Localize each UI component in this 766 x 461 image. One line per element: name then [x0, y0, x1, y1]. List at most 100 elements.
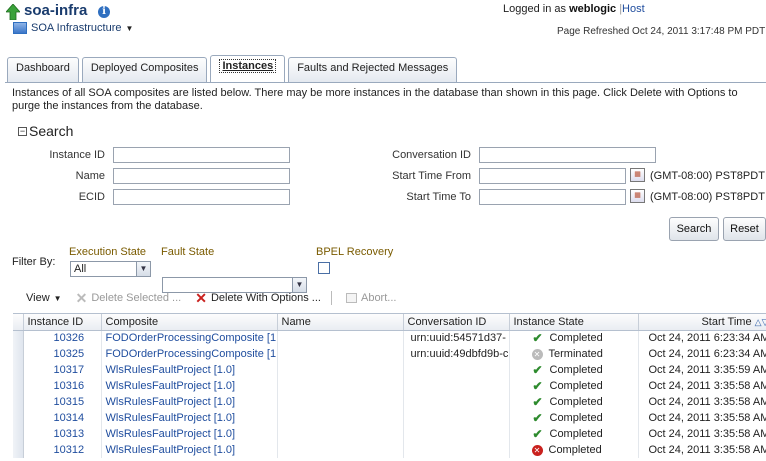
table-row[interactable]: 10313 WlsRulesFaultProject [1.0] ✔ Complete… [13, 426, 766, 442]
instance-state: Completed [549, 428, 603, 440]
table-row[interactable]: 10325 FODOrderProcessingComposite [1.0] ur… [13, 346, 766, 362]
instance-id-link[interactable]: 10315 [23, 394, 102, 410]
column-header-instance-state[interactable]: Instance State [509, 314, 639, 331]
ecid-input[interactable] [113, 189, 290, 205]
delete-selected-button[interactable]: ✕ Delete Selected ... [76, 291, 182, 305]
abort-button[interactable]: Abort... [345, 292, 396, 304]
host-link[interactable]: Host [622, 3, 645, 15]
tab-instances-label: Instances [219, 59, 277, 73]
instance-name [277, 362, 404, 378]
instance-state-cell: ✔ Completed [509, 394, 639, 410]
table-row[interactable]: 10317 WlsRulesFaultProject [1.0] ✔ Complete… [13, 362, 766, 378]
search-button[interactable]: Search [669, 217, 719, 241]
start-time: Oct 24, 2011 6:23:34 AM [638, 346, 766, 362]
tab-dashboard[interactable]: Dashboard [7, 57, 79, 82]
row-selector[interactable] [13, 394, 24, 410]
composite-link[interactable]: WlsRulesFaultProject [1.0] [101, 410, 278, 426]
row-selector[interactable] [13, 330, 24, 346]
column-header-instance-id[interactable]: Instance ID [23, 314, 102, 331]
tab-faults-and-rejected-messages[interactable]: Faults and Rejected Messages [288, 57, 458, 82]
execution-state-value: All [74, 263, 87, 275]
reset-button[interactable]: Reset [723, 217, 766, 241]
terminated-icon: ✕ [531, 348, 543, 360]
instance-state: Completed [548, 444, 602, 456]
composite-link[interactable]: WlsRulesFaultProject [1.0] [101, 442, 278, 458]
start-time: Oct 24, 2011 3:35:58 AM [638, 426, 766, 442]
start-time-to-input[interactable] [479, 189, 626, 205]
sort-descending-icon[interactable]: ▽ [762, 317, 766, 327]
delete-icon: ✕ [195, 289, 207, 306]
table-row[interactable]: 10312 WlsRulesFaultProject [1.0] ✕ Complete… [13, 442, 766, 458]
info-icon[interactable]: i [98, 6, 110, 18]
table-row[interactable]: 10326 FODOrderProcessingComposite [1.0] ur… [13, 330, 766, 346]
start-time-header-label: Start Time [701, 315, 752, 328]
conversation-id-input[interactable] [479, 147, 656, 163]
start-time-to-label: Start Time To [406, 191, 471, 203]
row-selector[interactable] [13, 442, 24, 458]
start-time-from-input[interactable] [479, 168, 626, 184]
conversation-id [403, 410, 510, 426]
instance-id-link[interactable]: 10312 [23, 442, 102, 458]
instance-id-link[interactable]: 10317 [23, 362, 102, 378]
instance-name [277, 346, 404, 362]
row-selector[interactable] [13, 346, 24, 362]
view-menu[interactable]: View ▼ [26, 292, 62, 304]
table-row[interactable]: 10316 WlsRulesFaultProject [1.0] ✔ Complete… [13, 378, 766, 394]
home-arrow-icon [6, 4, 20, 20]
soa-menu-label: SOA Infrastructure [31, 22, 122, 34]
tab-deployed-composites[interactable]: Deployed Composites [81, 57, 208, 82]
instance-name [277, 442, 404, 458]
composite-link[interactable]: WlsRulesFaultProject [1.0] [101, 362, 278, 378]
start-time: Oct 24, 2011 3:35:58 AM [638, 394, 766, 410]
calendar-icon[interactable]: ▦ [630, 168, 645, 182]
column-header-start-time[interactable]: Start Time △▽ [638, 314, 766, 331]
delete-with-options-button[interactable]: ✕ Delete With Options ... [195, 289, 321, 306]
sort-ascending-icon[interactable]: △ [755, 317, 762, 327]
logged-in-prefix: Logged in as [503, 3, 566, 15]
instance-id-link[interactable]: 10316 [23, 378, 102, 394]
row-selector[interactable] [13, 426, 24, 442]
instance-id-link[interactable]: 10314 [23, 410, 102, 426]
bpel-recovery-checkbox[interactable] [318, 262, 330, 274]
instance-id-link[interactable]: 10326 [23, 330, 102, 346]
instance-state: Completed [549, 332, 603, 345]
soa-infrastructure-menu[interactable]: SOA Infrastructure ▼ [13, 22, 133, 34]
instance-state: Completed [549, 412, 603, 424]
name-label: Name [75, 170, 105, 182]
column-header-conversation-id[interactable]: Conversation ID [403, 314, 510, 331]
table-row[interactable]: 10315 WlsRulesFaultProject [1.0] ✔ Complete… [13, 394, 766, 410]
column-header-composite[interactable]: Composite [101, 314, 278, 331]
instances-description: Instances of all SOA composites are list… [12, 87, 738, 112]
composite-link[interactable]: WlsRulesFaultProject [1.0] [101, 426, 278, 442]
row-selector[interactable] [13, 362, 24, 378]
check-icon: ✔ [532, 363, 543, 377]
start-to-timezone: (GMT-08:00) PST8PDT [650, 191, 765, 203]
column-header-name[interactable]: Name [277, 314, 404, 331]
instance-state: Completed [549, 364, 603, 376]
instance-id-link[interactable]: 10313 [23, 426, 102, 442]
name-input[interactable] [113, 168, 290, 184]
instance-state-cell: ✕ Terminated [509, 346, 639, 362]
table-row[interactable]: 10314 WlsRulesFaultProject [1.0] ✔ Complete… [13, 410, 766, 426]
instance-id-link[interactable]: 10325 [23, 346, 102, 362]
composite-link[interactable]: WlsRulesFaultProject [1.0] [101, 394, 278, 410]
composite-link[interactable]: FODOrderProcessingComposite [1.0] [101, 346, 278, 362]
filter-by-label: Filter By: [12, 256, 56, 268]
row-selector[interactable] [13, 378, 24, 394]
calendar-icon[interactable]: ▦ [630, 189, 645, 203]
composite-link[interactable]: WlsRulesFaultProject [1.0] [101, 378, 278, 394]
abort-icon [345, 293, 357, 303]
instance-id-input[interactable] [113, 147, 290, 163]
collapse-icon[interactable]: − [18, 126, 27, 136]
conversation-id [403, 442, 510, 458]
composite-link[interactable]: FODOrderProcessingComposite [1.0] [101, 330, 278, 346]
execution-state-select[interactable]: All ▼ [70, 261, 151, 277]
instance-state-cell: ✔ Completed [509, 378, 639, 394]
row-selector[interactable] [13, 410, 24, 426]
tab-divider [5, 82, 766, 83]
tab-bar: Dashboard Deployed Composites Instances … [7, 55, 458, 82]
search-section-header[interactable]: − Search [18, 123, 73, 139]
page-refreshed: Page Refreshed Oct 24, 2011 3:17:48 PM P… [557, 26, 766, 37]
tab-instances[interactable]: Instances [210, 55, 286, 82]
delete-with-options-label: Delete With Options ... [210, 292, 321, 304]
